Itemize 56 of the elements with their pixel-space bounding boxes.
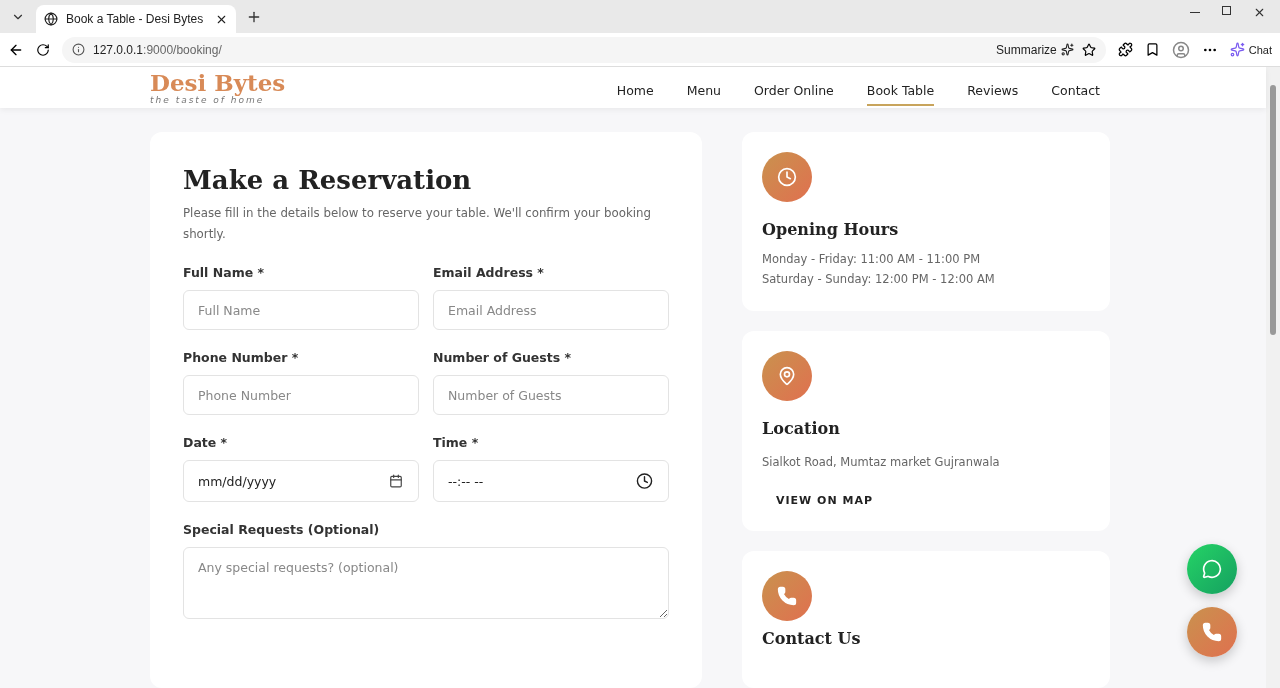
info-icon[interactable] bbox=[72, 43, 85, 56]
text-area[interactable]: Any special requests? (optional) bbox=[183, 547, 669, 619]
form-title: Make a Reservation bbox=[183, 165, 473, 195]
calendar-icon[interactable] bbox=[389, 474, 403, 488]
nav-link[interactable]: Book Table bbox=[866, 77, 935, 106]
field-label: Number of Guests * bbox=[433, 350, 573, 365]
sparkle-icon[interactable] bbox=[1060, 43, 1074, 56]
sparkle-icon bbox=[1229, 42, 1245, 57]
map-pin-icon bbox=[777, 366, 797, 386]
restore-icon[interactable] bbox=[1222, 6, 1231, 15]
field-label: Full Name * bbox=[183, 265, 266, 280]
nav-link[interactable]: Reviews bbox=[967, 77, 1019, 106]
chat-float-button[interactable] bbox=[1187, 544, 1237, 594]
globe-icon bbox=[44, 12, 58, 26]
map-link[interactable]: VIEW ON MAP bbox=[762, 494, 1090, 507]
tagline: the taste of home bbox=[150, 95, 265, 106]
phone-icon bbox=[1202, 622, 1222, 642]
card-title: Location bbox=[762, 419, 841, 438]
chat-bubble-icon bbox=[1202, 559, 1222, 579]
scrollbar[interactable] bbox=[1266, 67, 1280, 688]
card-title: Contact Us bbox=[762, 629, 862, 648]
summarize-button[interactable]: Summarize bbox=[996, 42, 1057, 57]
date-field[interactable]: mm/dd/yyyy bbox=[183, 460, 419, 502]
field-label: Email Address * bbox=[433, 265, 545, 280]
info-text: Sialkot Road, Mumtaz market Gujranwala bbox=[762, 454, 1001, 471]
input-field[interactable]: Number of Guests bbox=[433, 375, 669, 415]
call-float-button[interactable] bbox=[1187, 607, 1237, 657]
field-label: Date * bbox=[183, 435, 229, 450]
card-title: Opening Hours bbox=[762, 220, 900, 239]
clock-icon bbox=[777, 167, 797, 187]
address-bar[interactable]: 127.0.0.1:9000/booking/ Summarize bbox=[62, 36, 1106, 63]
reload-icon[interactable] bbox=[36, 42, 50, 57]
input-field[interactable]: Phone Number bbox=[183, 375, 419, 415]
bookmark-icon[interactable] bbox=[1144, 42, 1160, 57]
phone-icon bbox=[777, 586, 797, 606]
nav-link[interactable]: Contact bbox=[1051, 77, 1100, 106]
form-intro: Please fill in the details below to reserve your table. We'll confirm your booking shortly. bbox=[183, 205, 652, 243]
field-label: Special Requests (Optional) bbox=[183, 522, 381, 537]
input-field[interactable]: Email Address bbox=[433, 290, 669, 330]
time-field[interactable]: --:-- -- bbox=[433, 460, 669, 502]
input-field[interactable]: Full Name bbox=[183, 290, 419, 330]
profile-icon[interactable] bbox=[1171, 40, 1190, 59]
nav-link[interactable]: Order Online bbox=[754, 77, 834, 106]
info-text: Monday - Friday: 11:00 AM - 11:00 PM bbox=[762, 251, 982, 268]
puzzle-icon[interactable] bbox=[1117, 42, 1133, 57]
nav-link[interactable]: Home bbox=[616, 77, 654, 106]
plus-icon[interactable] bbox=[246, 9, 262, 25]
browser-tab[interactable]: Book a Table - Desi Bytes bbox=[36, 5, 236, 33]
clock-icon[interactable] bbox=[636, 472, 653, 490]
info-text: Saturday - Sunday: 12:00 PM - 12:00 AM bbox=[762, 271, 996, 288]
chat-button[interactable]: Chat bbox=[1229, 42, 1272, 57]
field-label: Phone Number * bbox=[183, 350, 300, 365]
star-icon[interactable] bbox=[1081, 42, 1096, 57]
nav-link[interactable]: Menu bbox=[686, 77, 721, 106]
close-icon[interactable] bbox=[1253, 6, 1266, 19]
field-label: Time * bbox=[433, 435, 480, 450]
